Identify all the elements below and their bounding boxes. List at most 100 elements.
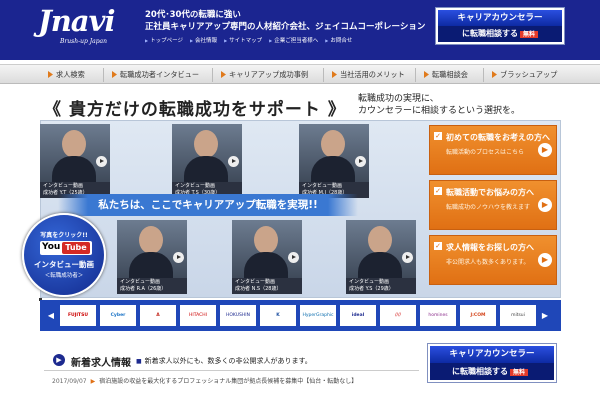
checkbox-icon: ✓ bbox=[434, 187, 442, 195]
caption-label: インタビュー動画 bbox=[235, 279, 276, 285]
nav-merits[interactable]: 当社活用のメリット bbox=[332, 65, 405, 85]
youtube-sub: ＜転職成功者＞ bbox=[44, 273, 84, 279]
checkbox-icon: ✓ bbox=[434, 132, 442, 140]
nav-interviews[interactable]: 転職成功者インタビュー bbox=[112, 65, 199, 85]
company-logo: A bbox=[140, 305, 176, 326]
news-date: 2017/09/07 bbox=[52, 378, 87, 385]
cta-sub: に転職相談する 無料 bbox=[430, 363, 554, 380]
side-panel-troubles[interactable]: ✓ 転職活動でお悩みの方へ 転職成功のノウハウを教えます ▶ bbox=[429, 180, 557, 230]
site-header: Jnavi Brush-up Japan 20代･30代の転職に強い 正社員キャ… bbox=[0, 0, 600, 60]
hero-subtitle-line-2: カウンセラーに相談するという選択を。 bbox=[358, 106, 521, 116]
chevron-right-icon: ▶ bbox=[538, 253, 552, 267]
company-logo: HyperGraphic bbox=[300, 305, 336, 326]
caption-label: インタビュー動画 bbox=[349, 279, 390, 285]
interview-card-2[interactable]: インタビュー動画 成功者 T.S（30歳） bbox=[172, 124, 242, 198]
cta-title: キャリアカウンセラー bbox=[438, 10, 562, 26]
play-icon bbox=[355, 156, 366, 167]
youtube-click-text: 写真をクリック!! bbox=[40, 232, 88, 239]
counselor-cta-button-bottom[interactable]: キャリアカウンセラー に転職相談する 無料 bbox=[428, 344, 556, 382]
news-subtitle: 新着求人以外にも、数多くの非公開求人があります。 bbox=[136, 356, 312, 366]
caption-label: インタビュー動画 bbox=[43, 183, 84, 189]
news-title: 新着求人情報 bbox=[71, 358, 131, 369]
interview-card-3[interactable]: インタビュー動画 成功者 M.I（28歳） bbox=[299, 124, 369, 198]
side-panel-title: 転職活動でお悩みの方へ bbox=[446, 188, 534, 197]
interview-photo bbox=[172, 124, 242, 182]
youtube-badge[interactable]: 写真をクリック!! You Tube インタビュー動画 ＜転職成功者＞ bbox=[22, 213, 106, 297]
hero-title: 《 貴方だけの転職成功をサポート 》 bbox=[44, 100, 346, 120]
nav-divider bbox=[103, 68, 104, 82]
company-logo: J:COM bbox=[460, 305, 496, 326]
caption-label: インタビュー動画 bbox=[302, 183, 343, 189]
company-logo: K bbox=[260, 305, 296, 326]
interview-photo bbox=[232, 220, 302, 278]
company-logo: HOKUSHIN bbox=[220, 305, 256, 326]
side-panel-sub: 非公開求人も数多くあります。 bbox=[446, 259, 530, 266]
youtube-you: You bbox=[42, 242, 61, 252]
company-logo: ideal bbox=[340, 305, 376, 326]
interview-photo bbox=[346, 220, 416, 278]
hero-subtitle-line-1: 転職成功の実現に、 bbox=[358, 94, 439, 104]
carousel-next-icon[interactable]: ▶ bbox=[540, 311, 550, 320]
logo-subtext: Brush-up Japan bbox=[60, 38, 107, 45]
nav-job-search[interactable]: 求人検索 bbox=[48, 65, 85, 85]
news-item[interactable]: 2017/09/07 ▶ 宿泊施設の収益を最大化するプロフェッショナル集団が拠点長候… bbox=[52, 377, 422, 386]
interview-card-5[interactable]: インタビュー動画 成功者 N.S（28歳） bbox=[232, 220, 302, 294]
interview-card-1[interactable]: インタビュー動画 成功者 Y.T（25歳） bbox=[40, 124, 110, 198]
hero-subtitle: 転職成功の実現に、 カウンセラーに相談するという選択を。 bbox=[358, 93, 520, 117]
top-links: トップページ 会社情報 サイトマップ 企業ご担当者様へ お問合せ bbox=[145, 36, 352, 44]
caption-name: 成功者 N.S（28歳） bbox=[235, 286, 282, 292]
interview-card-4[interactable]: インタビュー動画 成功者 R.A（26歳） bbox=[117, 220, 187, 294]
interview-caption: インタビュー動画 成功者 Y.S（29歳） bbox=[346, 278, 416, 294]
top-link-company[interactable]: 会社情報 bbox=[190, 36, 217, 44]
interview-caption: インタビュー動画 成功者 R.A（26歳） bbox=[117, 278, 187, 294]
logo-text: Jnavi bbox=[38, 4, 115, 38]
site-logo[interactable]: Jnavi Brush-up Japan bbox=[38, 6, 130, 46]
company-logo: //// bbox=[380, 305, 416, 326]
play-icon bbox=[228, 156, 239, 167]
youtube-logo: You Tube bbox=[40, 241, 92, 255]
free-badge: 無料 bbox=[520, 31, 539, 38]
interview-photo bbox=[117, 220, 187, 278]
company-logo-carousel: ◀ FUJITSU Cyber A HITACHI HOKUSHIN K Hyp… bbox=[40, 300, 561, 331]
side-panel-title: 初めての転職をお考えの方へ bbox=[446, 133, 550, 142]
company-logo: FUJITSU bbox=[60, 305, 96, 326]
chevron-right-icon: ▶ bbox=[538, 143, 552, 157]
side-panel-job-info[interactable]: ✓ 求人情報をお探しの方へ 非公開求人も数多くあります。 ▶ bbox=[429, 235, 557, 285]
caption-label: インタビュー動画 bbox=[175, 183, 216, 189]
carousel-prev-icon[interactable]: ◀ bbox=[46, 311, 56, 320]
news-text: 宿泊施設の収益を最大化するプロフェッショナル集団が拠点長候補を募集中【仙台・転勤… bbox=[99, 378, 358, 385]
counselor-cta-button[interactable]: キャリアカウンセラー に転職相談する 無料 bbox=[436, 8, 564, 44]
interview-card-6[interactable]: インタビュー動画 成功者 Y.S（29歳） bbox=[346, 220, 416, 294]
top-link-contact[interactable]: お問合せ bbox=[325, 36, 352, 44]
checkbox-icon: ✓ bbox=[434, 242, 442, 250]
company-logo: HITACHI bbox=[180, 305, 216, 326]
tagline-line-1: 20代･30代の転職に強い bbox=[145, 10, 241, 20]
news-header: ▶ 新着求人情報 新着求人以外にも、数多くの非公開求人があります。 bbox=[44, 351, 419, 371]
free-badge: 無料 bbox=[510, 369, 529, 376]
nav-success-cases[interactable]: キャリアアップ成功事例 bbox=[221, 65, 308, 85]
tagline-line-2: 正社員キャリアアップ専門の人材紹介会社、ジェイコムコーポレーション bbox=[145, 22, 426, 32]
top-link-home[interactable]: トップページ bbox=[145, 36, 183, 44]
top-link-corporate[interactable]: 企業ご担当者様へ bbox=[269, 36, 318, 44]
chevron-right-icon: ▶ bbox=[90, 378, 96, 385]
interview-photo bbox=[40, 124, 110, 182]
play-icon bbox=[96, 156, 107, 167]
caption-name: 成功者 R.A（26歳） bbox=[120, 286, 167, 292]
interview-caption: インタビュー動画 成功者 N.S（28歳） bbox=[232, 278, 302, 294]
arrow-right-circle-icon: ▶ bbox=[53, 354, 65, 366]
cta-title: キャリアカウンセラー bbox=[430, 346, 554, 363]
company-logo: Cyber bbox=[100, 305, 136, 326]
youtube-title: インタビュー動画 bbox=[34, 260, 94, 269]
nav-consultation[interactable]: 転職相談会 bbox=[424, 65, 468, 85]
cta-sub: に転職相談する 無料 bbox=[438, 26, 562, 42]
header-tagline: 20代･30代の転職に強い 正社員キャリアアップ専門の人材紹介会社、ジェイコムコ… bbox=[145, 9, 425, 33]
cta-sub-text: に転職相談する bbox=[452, 367, 508, 376]
nav-divider bbox=[212, 68, 213, 82]
success-banner: 私たちは、ここでキャリアアップ転職を実現!! bbox=[58, 194, 358, 216]
nav-brushup[interactable]: ブラッシュアップ bbox=[492, 65, 557, 85]
chevron-right-icon: ▶ bbox=[538, 198, 552, 212]
side-panel-first-time[interactable]: ✓ 初めての転職をお考えの方へ 転職活動のプロセスはこちら ▶ bbox=[429, 125, 557, 175]
top-link-sitemap[interactable]: サイトマップ bbox=[224, 36, 262, 44]
side-panel-title: 求人情報をお探しの方へ bbox=[446, 243, 534, 252]
nav-divider bbox=[483, 68, 484, 82]
